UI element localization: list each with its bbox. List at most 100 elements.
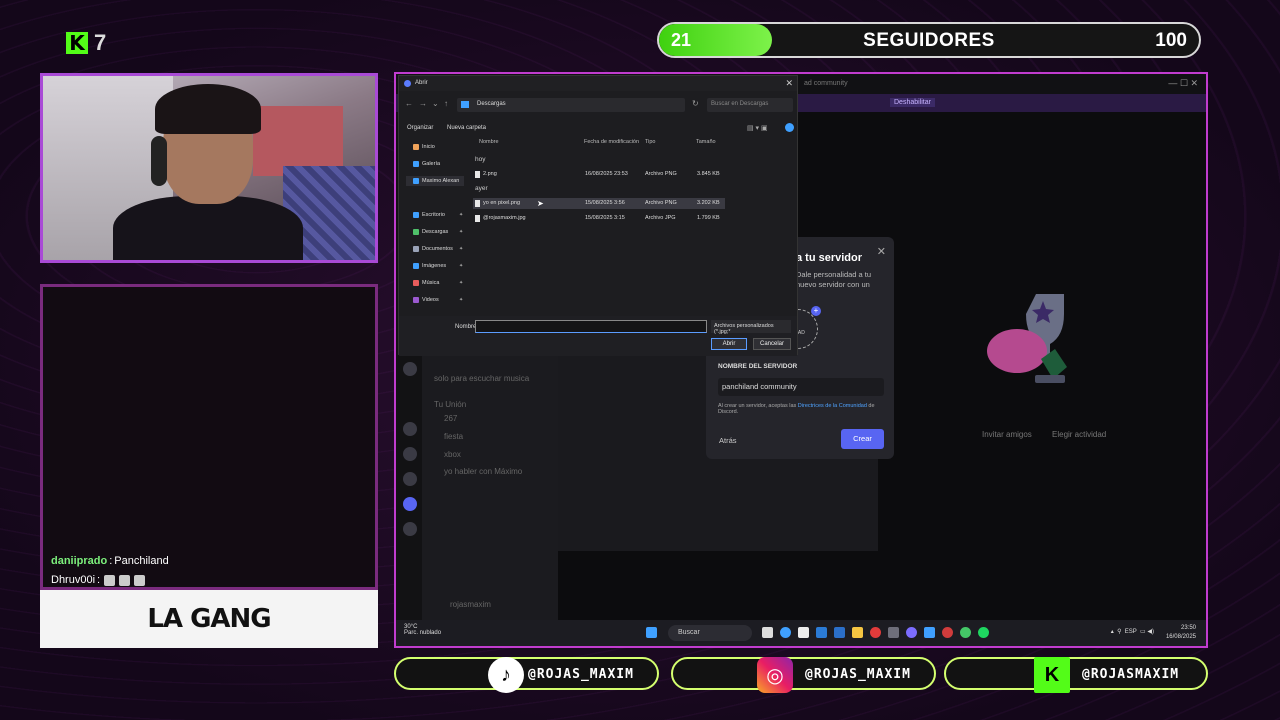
dialog-title: Abrir [415,80,428,86]
documents-icon [413,246,419,252]
dialog-footer: Nombre: Archivos personalizados (*.jpg;*… [399,316,797,356]
clock[interactable]: 23:50 16/08/2025 [1166,624,1196,642]
chevron-down-icon[interactable]: ⌄ [432,99,439,108]
nav-item-galeria[interactable]: Galería [413,161,440,167]
server-name-input[interactable]: panchiland community [718,378,884,396]
nav-item-escritorio[interactable]: Escritorio ✦ [413,212,463,218]
new-folder-button[interactable]: Nueva carpeta [447,125,486,131]
word-icon[interactable] [834,627,845,638]
weather-widget[interactable]: 30°C Parc. nublado [404,624,441,636]
view-options-icon[interactable]: ▤ ▾ ▣ [747,124,768,132]
kick-viewer-badge: K 7 [66,30,106,56]
file-row[interactable]: 2.png 16/08/2025 23:53 Archivo PNG 3.845… [473,169,725,180]
social-handle: @ROJAS_MAXIM [805,667,911,682]
start-icon[interactable] [646,627,657,638]
add-server-icon[interactable] [403,497,417,511]
clock-time: 23:50 [1180,625,1196,631]
create-button[interactable]: Crear [841,429,884,449]
cancel-button[interactable]: Cancelar [753,338,791,350]
chrome-icon[interactable] [942,627,953,638]
nav-label: Galería [422,161,441,167]
nav-item-documentos[interactable]: Documentos ✦ [413,246,463,252]
refresh-icon[interactable]: ↻ [692,99,699,108]
server-icon[interactable] [403,422,417,436]
group-header[interactable]: ayer [475,185,488,192]
help-icon[interactable] [785,123,794,132]
language-indicator[interactable]: ESP [1125,629,1137,635]
outlook-icon[interactable] [816,627,827,638]
column-type[interactable]: Tipo [645,139,656,145]
forward-arrow-icon[interactable]: → [419,99,427,108]
discord-icon[interactable] [906,627,917,638]
server-icon[interactable] [403,472,417,486]
nav-label: Imágenes [422,263,447,269]
nav-label: Maximo Alexan [422,178,460,184]
file-row[interactable]: @rojasmaxim.jpg 15/08/2025 3:15 Archivo … [473,213,725,224]
invite-friends-button[interactable]: Invitar amigos [982,430,1032,439]
nav-item-musica[interactable]: Música ✦ [413,280,463,286]
taskbar-search[interactable]: Buscar [668,625,752,641]
back-arrow-icon[interactable]: ← [405,99,413,108]
app-icon[interactable] [888,627,899,638]
images-icon [413,263,419,269]
opera-icon[interactable] [870,627,881,638]
server-icon[interactable] [403,447,417,461]
group-header[interactable]: hoy [475,156,485,163]
channel-item[interactable]: Tu Unión [434,400,466,409]
search-label: Buscar [678,629,700,636]
discord-title: ad community [804,80,848,87]
nav-item-imagenes[interactable]: Imágenes ✦ [413,263,463,269]
search-input[interactable]: Buscar en Descargas [707,98,793,112]
channel-item[interactable]: xbox [444,450,461,459]
filename-input[interactable] [475,320,707,333]
system-tray[interactable]: ▴ ⚲ ESP ▭ ◀) [1111,628,1154,635]
file-type-select[interactable]: Archivos personalizados (*.jpg;* [711,320,791,335]
open-button[interactable]: Abrir [711,338,747,350]
organize-button[interactable]: Organizar [407,125,433,131]
pin-icon: ✦ [459,297,464,303]
file-size: 1.799 KB [697,215,720,221]
home-icon [413,144,419,150]
channel-item[interactable]: solo para escuchar musica [434,374,529,383]
channel-item[interactable]: 267 [444,414,457,423]
gallery-icon [413,161,419,167]
disable-button[interactable]: Deshabilitar [890,98,935,107]
close-icon[interactable]: ✕ [785,78,793,89]
up-arrow-icon[interactable]: ↑ [444,99,448,108]
channel-item[interactable]: yo habler con Máximo [444,467,522,476]
stream-chat: daniiprado : Panchiland Dhruv00i : [40,284,378,590]
server-name-label: NOMBRE DEL SERVIDOR [718,363,798,370]
gang-banner: LA GANG [40,590,378,648]
app-icon[interactable] [924,627,935,638]
pin-icon: ✦ [459,280,464,286]
close-icon[interactable]: ✕ [877,245,886,258]
task-view-icon[interactable] [762,627,773,638]
channel-item[interactable]: fiesta [444,432,463,441]
window-controls[interactable]: — ☐ ✕ [1168,78,1198,89]
back-button[interactable]: Atrás [719,436,737,445]
emote-icon [119,574,131,586]
file-icon [475,200,480,207]
column-size[interactable]: Tamaño [696,139,716,145]
edge-icon[interactable] [780,627,791,638]
explore-icon[interactable] [403,522,417,536]
nav-item-inicio[interactable]: Inicio [413,144,435,150]
file-explorer-icon[interactable] [852,627,863,638]
address-bar[interactable]: Descargas [457,98,685,112]
nav-item-descargas[interactable]: Descargas ✦ [413,229,463,235]
file-row[interactable]: yo en pixel.png 15/08/2025 3:56 Archivo … [473,198,725,209]
tiktok-icon: ♪ [488,657,524,693]
choose-activity-button[interactable]: Elegir actividad [1052,430,1106,439]
download-icon [413,229,419,235]
store-icon[interactable] [798,627,809,638]
spotify-icon[interactable] [978,627,989,638]
chat-separator: : [109,555,113,567]
column-date[interactable]: Fecha de modificación [584,139,639,145]
nav-item-onedrive[interactable]: Maximo Alexan [413,178,459,184]
app-icon[interactable] [960,627,971,638]
nav-item-videos[interactable]: Videos ✦ [413,297,463,303]
server-icon[interactable] [403,362,417,376]
clock-date: 16/08/2025 [1165,634,1196,640]
column-name[interactable]: Nombre [479,139,499,145]
guidelines-link[interactable]: Directrices de la Comunidad [798,403,867,409]
